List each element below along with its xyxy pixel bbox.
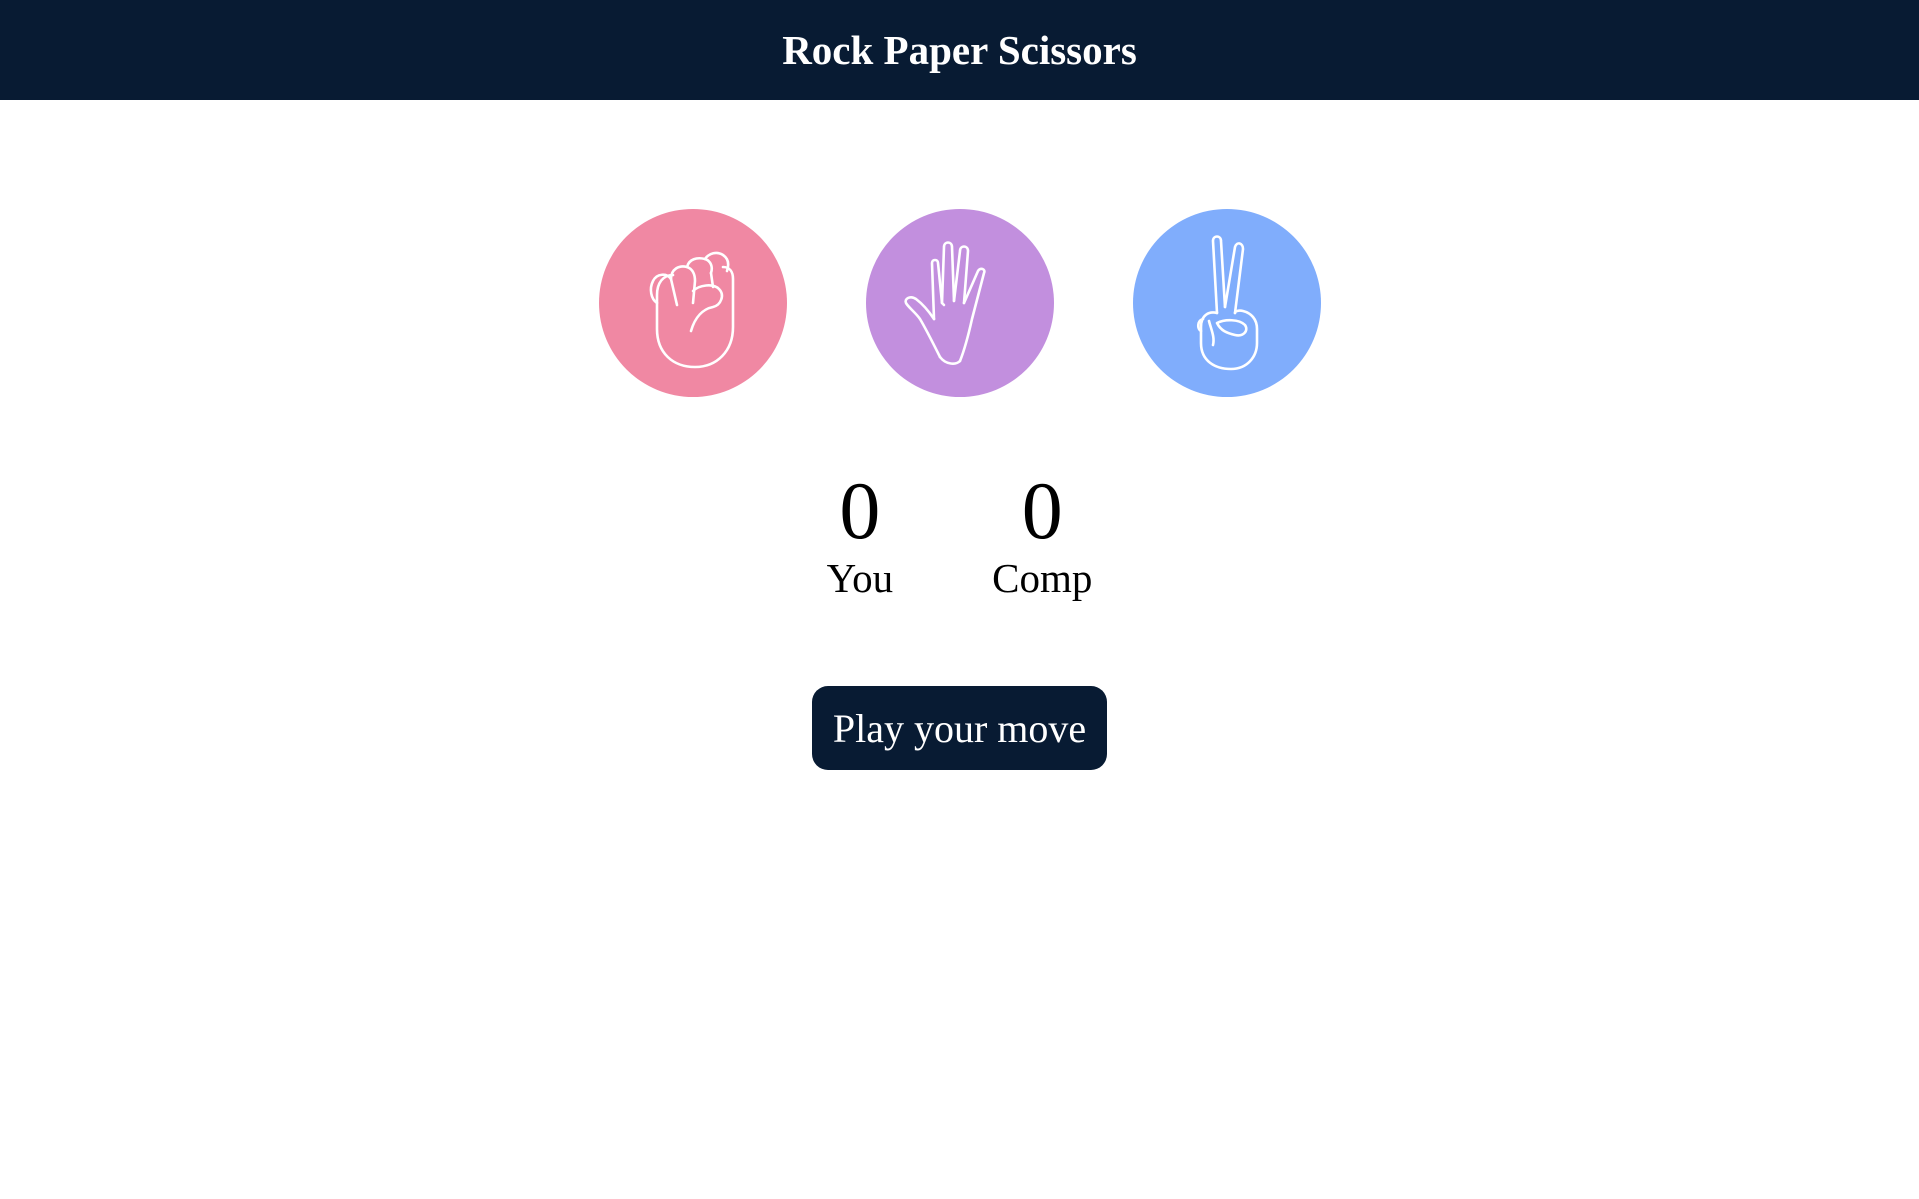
peace-hand-icon xyxy=(1196,235,1258,371)
choices-row xyxy=(0,209,1919,397)
user-score: 0 You xyxy=(826,465,894,601)
comp-score: 0 Comp xyxy=(992,465,1093,601)
comp-score-value: 0 xyxy=(1021,465,1063,556)
comp-score-label: Comp xyxy=(992,555,1093,601)
fist-icon xyxy=(649,251,734,369)
open-hand-icon xyxy=(903,241,986,365)
scissors-choice-button[interactable] xyxy=(1132,209,1321,397)
user-score-label: You xyxy=(826,555,894,601)
app-header: Rock Paper Scissors xyxy=(0,0,1919,100)
user-score-value: 0 xyxy=(839,465,881,556)
rock-choice-button[interactable] xyxy=(598,209,787,397)
scoreboard: 0 You 0 Comp xyxy=(0,465,1919,601)
paper-choice-button[interactable] xyxy=(865,209,1054,397)
status-message: Play your move xyxy=(811,686,1108,770)
page-title: Rock Paper Scissors xyxy=(782,27,1137,73)
message-container: Play your move xyxy=(0,686,1919,770)
